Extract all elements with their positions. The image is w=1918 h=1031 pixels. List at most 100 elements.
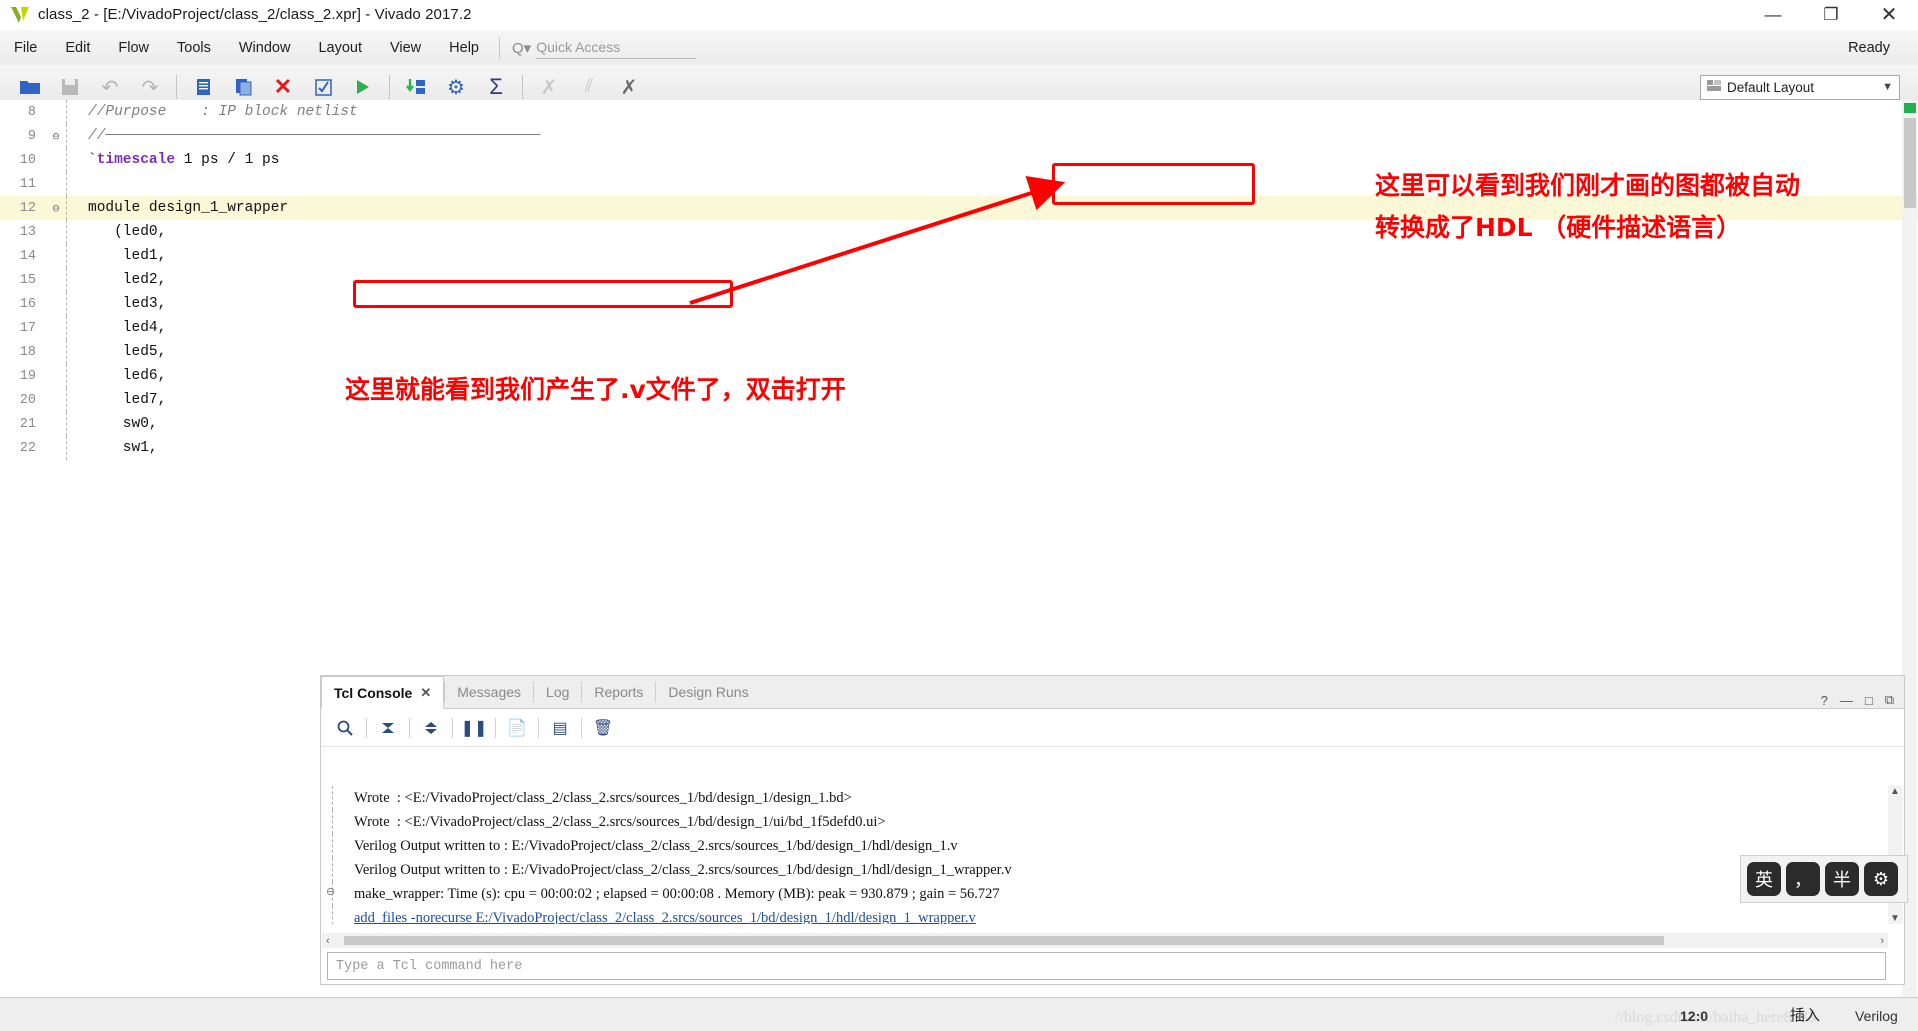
settings-gear-icon[interactable]: ⚙ bbox=[439, 70, 473, 104]
tcl-output-line: Wrote : <E:/VivadoProject/class_2/class_… bbox=[332, 810, 1888, 834]
tcl-fold-gutter bbox=[332, 834, 348, 858]
maximize-icon[interactable]: □ bbox=[1865, 693, 1873, 708]
route-icon[interactable]: ⫽ bbox=[572, 70, 606, 104]
table-icon[interactable]: ▤ bbox=[544, 713, 576, 743]
run-icon[interactable] bbox=[346, 70, 380, 104]
menu-file[interactable]: File bbox=[0, 30, 51, 65]
layout-selector[interactable]: Default Layout ▼ bbox=[1700, 74, 1900, 100]
tcl-hscrollbar[interactable]: ‹ › bbox=[322, 933, 1888, 948]
menu-view[interactable]: View bbox=[376, 30, 435, 65]
tab-log[interactable]: Log bbox=[534, 675, 581, 708]
tcl-output-line: Verilog Output written to : E:/VivadoPro… bbox=[332, 834, 1888, 858]
code-line[interactable]: 15 led2, bbox=[0, 268, 1918, 292]
ime-language-key[interactable]: 英 bbox=[1747, 862, 1781, 896]
cursor-position: 12:0 bbox=[1680, 1008, 1709, 1024]
code-line[interactable]: 14 led1, bbox=[0, 244, 1918, 268]
line-number: 17 bbox=[19, 320, 36, 336]
code-line[interactable]: 10 `timescale 1 ps / 1 ps bbox=[0, 148, 1918, 172]
quick-access-input[interactable]: Quick Access bbox=[536, 37, 697, 59]
open-project-icon[interactable] bbox=[13, 70, 47, 104]
undo-icon[interactable]: ↶ bbox=[93, 70, 127, 104]
help-icon[interactable]: ? bbox=[1821, 693, 1828, 708]
status-ready: Ready bbox=[1848, 39, 1890, 56]
scroll-right-icon[interactable]: › bbox=[1880, 935, 1884, 947]
timing-icon[interactable]: ✗ bbox=[532, 70, 566, 104]
tab-reports[interactable]: Reports bbox=[582, 675, 655, 708]
code-text: sw1, bbox=[88, 440, 158, 456]
line-number: 16 bbox=[19, 296, 36, 312]
tab-messages[interactable]: Messages bbox=[445, 675, 533, 708]
code-text: module design_1_wrapper bbox=[88, 200, 289, 216]
float-icon[interactable]: ⧉ bbox=[1885, 692, 1894, 708]
indent-guide bbox=[66, 124, 80, 148]
tcl-output-line: ⊖ make_wrapper: Time (s): cpu = 00:00:02 … bbox=[326, 882, 1888, 906]
new-file-icon[interactable] bbox=[186, 70, 220, 104]
watermark-text: //blog.csdn.net/baiha_here8333 bbox=[1615, 1009, 1816, 1026]
save-icon[interactable] bbox=[53, 70, 87, 104]
toolbar-divider bbox=[581, 717, 582, 738]
fold-toggle-icon[interactable]: ⊖ bbox=[46, 129, 66, 144]
ime-settings-key[interactable]: ⚙ bbox=[1864, 862, 1898, 896]
tcl-output-line: add_files -norecurse E:/VivadoProject/cl… bbox=[332, 906, 1888, 924]
tab-label: Log bbox=[546, 683, 570, 700]
menu-divider bbox=[498, 36, 500, 59]
tcl-output-line: Wrote : <E:/VivadoProject/class_2/class_… bbox=[332, 786, 1888, 810]
menu-layout[interactable]: Layout bbox=[304, 30, 376, 65]
code-line[interactable]: 12 ⊖ module design_1_wrapper bbox=[0, 196, 1918, 220]
tcl-output-text: add_files -norecurse E:/VivadoProject/cl… bbox=[354, 909, 976, 925]
code-line[interactable]: 21 sw0, bbox=[0, 412, 1918, 436]
code-line[interactable]: 22 sw1, bbox=[0, 436, 1918, 460]
editor-vscroll-thumb[interactable] bbox=[1904, 118, 1916, 208]
close-button[interactable]: ✕ bbox=[1860, 0, 1918, 30]
indent-guide bbox=[66, 388, 80, 412]
close-icon[interactable]: ✕ bbox=[420, 685, 431, 701]
maximize-button[interactable]: ❐ bbox=[1802, 0, 1860, 30]
ime-punctuation-key[interactable]: ， bbox=[1786, 862, 1820, 896]
code-line[interactable]: 11 bbox=[0, 172, 1918, 196]
menu-edit[interactable]: Edit bbox=[51, 30, 104, 65]
tab-design-runs[interactable]: Design Runs bbox=[656, 675, 760, 708]
code-line[interactable]: 20 led7, bbox=[0, 388, 1918, 412]
tcl-output-text: make_wrapper: Time (s): cpu = 00:00:02 ;… bbox=[354, 885, 1000, 902]
search-icon[interactable] bbox=[329, 713, 361, 743]
code-line[interactable]: 8 //Purpose : IP block netlist bbox=[0, 100, 1918, 124]
scroll-left-icon[interactable]: ‹ bbox=[326, 935, 330, 947]
expand-all-icon[interactable] bbox=[415, 713, 447, 743]
clear-icon[interactable]: 🗑 bbox=[587, 713, 619, 743]
tcl-command-input[interactable]: Type a Tcl command here bbox=[327, 952, 1886, 980]
menu-tools[interactable]: Tools bbox=[163, 30, 225, 65]
report-sum-icon[interactable]: Σ bbox=[479, 70, 513, 104]
generate-bitstream-icon[interactable] bbox=[399, 70, 433, 104]
code-line[interactable]: 17 led4, bbox=[0, 316, 1918, 340]
code-line[interactable]: 13 (led0, bbox=[0, 220, 1918, 244]
menu-flow[interactable]: Flow bbox=[104, 30, 163, 65]
minimize-icon[interactable]: — bbox=[1840, 693, 1853, 708]
copy-icon[interactable]: 📄 bbox=[501, 713, 533, 743]
code-line[interactable]: 19 led6, bbox=[0, 364, 1918, 388]
menu-help[interactable]: Help bbox=[435, 30, 493, 65]
quick-access[interactable]: Q▾ Quick Access bbox=[512, 37, 697, 59]
tab-tcl-console[interactable]: Tcl Console ✕ bbox=[321, 676, 445, 709]
validate-icon[interactable] bbox=[306, 70, 340, 104]
code-line[interactable]: 16 led3, bbox=[0, 292, 1918, 316]
redo-icon[interactable]: ↷ bbox=[133, 70, 167, 104]
menu-window[interactable]: Window bbox=[225, 30, 305, 65]
copy-icon[interactable] bbox=[226, 70, 260, 104]
delete-icon[interactable]: ✕ bbox=[266, 70, 300, 104]
code-line[interactable]: 18 led5, bbox=[0, 340, 1918, 364]
pause-icon[interactable]: ❚❚ bbox=[458, 713, 490, 743]
code-rest: 1 ps / 1 ps bbox=[175, 152, 280, 168]
collapse-all-icon[interactable] bbox=[372, 713, 404, 743]
line-number: 18 bbox=[19, 344, 36, 360]
fold-toggle-icon[interactable]: ⊖ bbox=[46, 201, 66, 216]
ime-width-key[interactable]: 半 bbox=[1825, 862, 1859, 896]
menu-bar: File Edit Flow Tools Window Layout View … bbox=[0, 30, 1918, 65]
minimize-button[interactable]: — bbox=[1744, 0, 1802, 30]
line-number: 11 bbox=[19, 176, 36, 192]
tcl-hscroll-thumb[interactable] bbox=[344, 936, 1664, 945]
indent-guide bbox=[66, 244, 80, 268]
tcl-output-text: Wrote : <E:/VivadoProject/class_2/class_… bbox=[354, 789, 852, 806]
drc-icon[interactable]: ✗ bbox=[612, 70, 646, 104]
code-line[interactable]: 9 ⊖ //────────────────────────────────────… bbox=[0, 124, 1918, 148]
code-text: led4, bbox=[88, 320, 167, 336]
